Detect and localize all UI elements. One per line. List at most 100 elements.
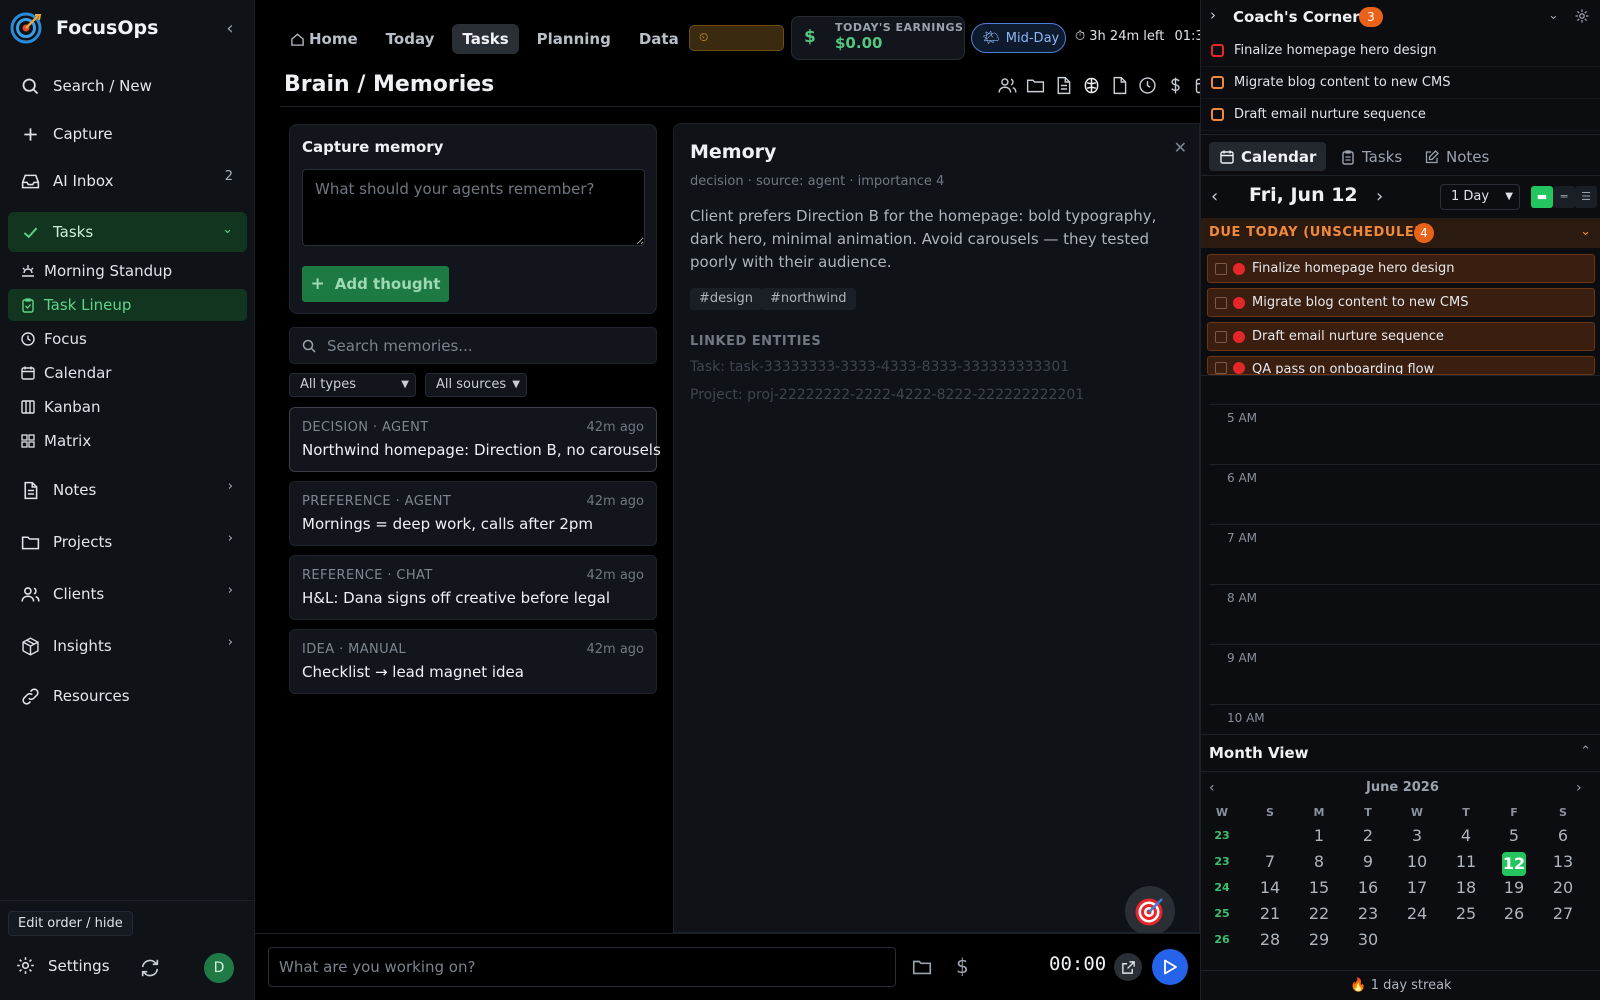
view-list-button[interactable]: ☰ [1575,186,1597,208]
calendar-day[interactable]: 17 [1402,878,1432,897]
sidebar-item-calendar[interactable]: Calendar [8,357,247,389]
chevron-left-icon[interactable]: ‹ [1211,186,1218,207]
task-checkbox[interactable] [1215,330,1227,343]
calendar-day[interactable]: 16 [1353,878,1383,897]
calendar-icon[interactable] [1193,75,1200,96]
linked-task[interactable]: Task: task-33333333-3333-4333-8333-33333… [690,359,1069,375]
tab-today[interactable]: Today [376,24,445,54]
due-task-item[interactable]: Migrate blog content to new CMS [1207,288,1595,317]
calendar-day[interactable]: 30 [1353,930,1383,949]
hour-slot[interactable]: 5 AM [1209,404,1600,464]
task-checkbox[interactable] [1215,262,1227,275]
tab-planning[interactable]: Planning [527,24,621,54]
coach-item[interactable]: Finalize homepage hero design [1201,35,1600,67]
calendar-day[interactable]: 14 [1255,878,1285,897]
chevron-down-icon[interactable]: ⌄ [1548,8,1559,23]
calendar-day-selected[interactable]: 12 [1502,852,1526,876]
calendar-day[interactable]: 6 [1548,826,1578,845]
hour-slot[interactable]: 9 AM [1209,644,1600,704]
timer-warning-pill[interactable]: ⏲ [689,25,784,51]
settings-cog-icon[interactable] [1574,8,1590,24]
task-checkbox[interactable] [1215,362,1227,374]
calendar-day[interactable]: 24 [1402,904,1432,923]
hour-slot[interactable]: 8 AM [1209,584,1600,644]
range-select[interactable]: 1 Day ▼ [1440,184,1520,210]
ai-inbox-button[interactable]: AI Inbox 2 [8,161,247,201]
tab-tasks[interactable]: Tasks [452,24,519,54]
folder-icon[interactable] [1025,75,1046,96]
memory-card[interactable]: DECISION · AGENT 42m ago Northwind homep… [289,407,661,472]
calendar-day[interactable]: 4 [1451,826,1481,845]
popout-button[interactable] [1114,953,1142,981]
hour-slot[interactable]: 7 AM [1209,524,1600,584]
calendar-day[interactable]: 21 [1255,904,1285,923]
priority-checkbox[interactable] [1211,76,1224,89]
coach-item[interactable]: Migrate blog content to new CMS [1201,67,1600,99]
chevron-right-icon[interactable]: › [1576,780,1582,796]
calendar-day[interactable]: 20 [1548,878,1578,897]
add-thought-button[interactable]: + Add thought [302,266,449,302]
start-timer-button[interactable] [1152,949,1188,985]
calendar-day[interactable]: 1 [1304,826,1334,845]
folder-icon[interactable] [911,956,933,978]
sidebar-item-clients[interactable]: Clients › [8,574,247,614]
close-icon[interactable]: ✕ [1174,138,1187,157]
calendar-day[interactable]: 25 [1451,904,1481,923]
calendar-day[interactable]: 11 [1451,852,1481,871]
calendar-day[interactable]: 10 [1402,852,1432,871]
memory-card[interactable]: REFERENCE · CHAT 42m ago H&L: Dana signs… [289,555,657,620]
calendar-day[interactable]: 7 [1255,852,1285,871]
priority-checkbox[interactable] [1211,44,1224,57]
dollar-icon[interactable]: $ [956,954,969,978]
sidebar-item-tasks[interactable]: Tasks ⌄ [8,212,247,252]
sidebar-item-morning-standup[interactable]: Morning Standup [8,255,247,287]
brand[interactable]: FocusOps [10,10,158,46]
tag-chip[interactable]: #design [690,288,763,310]
chevron-right-icon[interactable]: › [1210,6,1216,24]
sidebar-item-resources[interactable]: Resources [8,676,247,716]
chevron-down-icon[interactable]: ⌄ [1580,224,1591,239]
brain-icon[interactable] [1081,75,1102,96]
calendar-day[interactable]: 23 [1353,904,1383,923]
chevron-up-icon[interactable]: ⌃ [1580,744,1591,759]
task-checkbox[interactable] [1215,296,1227,309]
sidebar-item-projects[interactable]: Projects › [8,522,247,562]
tab-home[interactable]: Home [280,24,368,54]
sidebar-item-task-lineup[interactable]: Task Lineup [8,289,247,321]
memory-card[interactable]: PREFERENCE · AGENT 42m ago Mornings = de… [289,481,657,546]
calendar-day[interactable]: 9 [1353,852,1383,871]
calendar-day[interactable]: 19 [1499,878,1529,897]
users-icon[interactable] [997,75,1018,96]
sidebar-item-kanban[interactable]: Kanban [8,391,247,423]
view-medium-button[interactable]: ═ [1553,186,1575,208]
calendar-day[interactable]: 29 [1304,930,1334,949]
sidebar-item-notes[interactable]: Notes › [8,470,247,510]
tab-notes[interactable]: Notes [1414,142,1499,171]
coach-corner-header[interactable]: › Coach's Corner 3 ⌄ [1201,0,1600,34]
document-icon[interactable] [1053,75,1074,96]
type-filter-select[interactable]: All types ▼ [289,373,416,397]
coach-fab-button[interactable] [1125,886,1175,936]
calendar-day[interactable]: 5 [1499,826,1529,845]
tag-chip[interactable]: #northwind [761,288,856,310]
due-task-item[interactable]: QA pass on onboarding flow [1207,356,1595,375]
earnings-widget[interactable]: $ TODAY'S EARNINGS $0.00 [791,16,965,60]
calendar-day[interactable]: 15 [1304,878,1334,897]
linked-project[interactable]: Project: proj-22222222-2222-4222-8222-22… [690,387,1084,403]
sidebar-item-insights[interactable]: Insights › [8,626,247,666]
chevron-right-icon[interactable]: › [1376,186,1383,207]
calendar-day[interactable]: 8 [1304,852,1334,871]
due-today-header[interactable]: DUE TODAY (UNSCHEDULED) 4 ⌄ [1201,218,1600,248]
month-view-header[interactable]: Month View ⌃ [1201,734,1600,772]
calendar-day[interactable]: 28 [1255,930,1285,949]
calendar-day[interactable]: 22 [1304,904,1334,923]
search-new-button[interactable]: Search / New [8,66,247,106]
chevron-left-icon[interactable]: ‹ [1209,780,1215,796]
source-filter-select[interactable]: All sources ▼ [425,373,527,397]
calendar-day[interactable]: 13 [1548,852,1578,871]
file-icon[interactable] [1109,75,1130,96]
sidebar-item-focus[interactable]: Focus [8,323,247,355]
refresh-icon[interactable] [139,957,161,979]
day-phase-badge[interactable]: 🌤 Mid-Day [971,23,1066,53]
clock-icon[interactable] [1137,75,1158,96]
